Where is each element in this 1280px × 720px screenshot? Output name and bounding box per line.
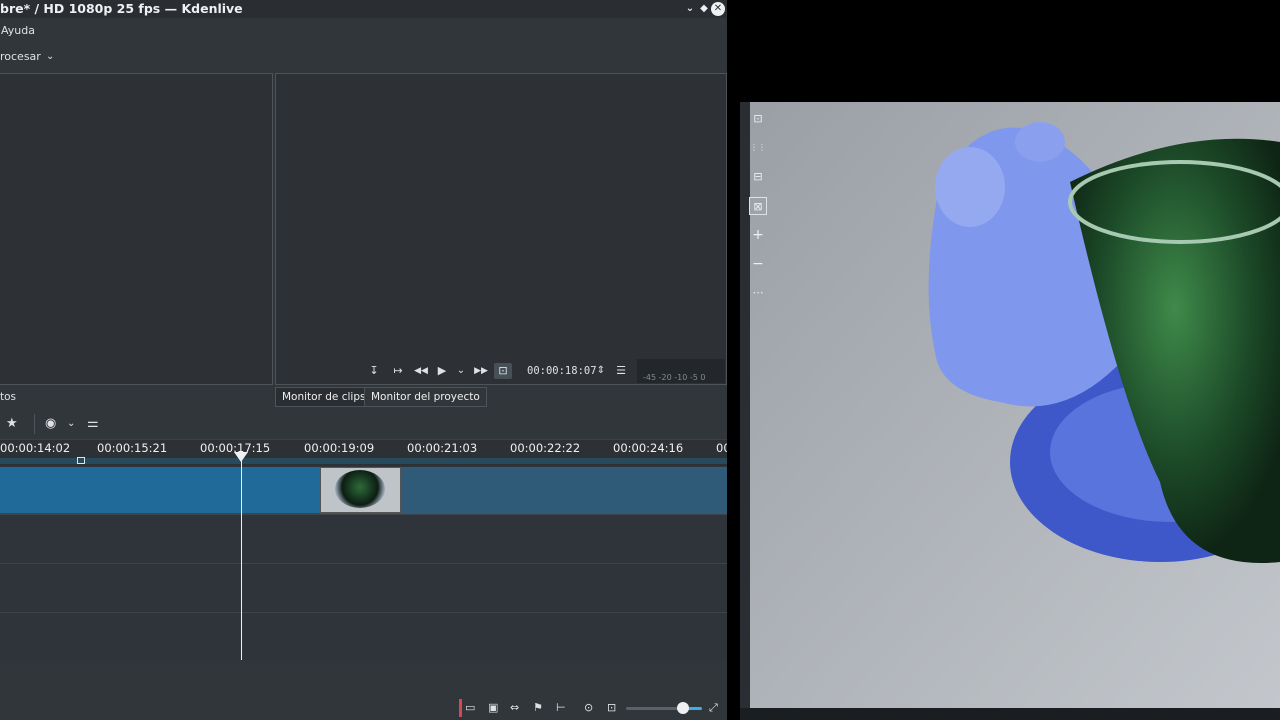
zoom-out-monitor-icon[interactable]: −: [749, 255, 767, 273]
zone-marker[interactable]: [77, 457, 85, 464]
playhead-handle[interactable]: [234, 452, 248, 462]
ruler-label: 00:00:24:16: [613, 441, 684, 455]
tab-effects-partial[interactable]: tos: [0, 387, 16, 407]
play-menu-chevron-icon[interactable]: ⌄: [454, 363, 468, 379]
zoom-fit-monitor-icon[interactable]: ⊠: [749, 197, 767, 215]
ruler-label: 00:00:15:21: [97, 441, 168, 455]
menu-bar: Ayuda: [0, 19, 727, 42]
zoom-in-icon[interactable]: ⤢: [709, 696, 718, 720]
render-chevron-icon[interactable]: ⌄: [46, 44, 54, 70]
rewind-icon[interactable]: ◀◀: [412, 363, 430, 379]
rendered-frame-image: [740, 102, 1280, 708]
track-row[interactable]: [0, 514, 727, 563]
close-window-icon[interactable]: ✕: [711, 2, 725, 16]
record-indicator: [459, 699, 462, 717]
zoom-out-icon[interactable]: ⊡: [607, 696, 616, 720]
split-icon[interactable]: ⊢: [556, 696, 566, 720]
snap-icon[interactable]: ▭: [465, 696, 475, 720]
project-timecode[interactable]: 00:00:18:07: [527, 363, 597, 379]
clip-monitor-panel: [0, 73, 273, 385]
marker-icon[interactable]: ⚑: [533, 696, 543, 720]
save-icon[interactable]: ▣: [488, 696, 498, 720]
fullscreen-monitor-view[interactable]: [740, 102, 1280, 708]
playhead-line[interactable]: [241, 458, 242, 660]
timeline-bottom-bar: ▭ ▣ ⇔ ⚑ ⊢ ⊙ ⊡ ⤢: [0, 696, 727, 720]
timeline-toolbar: ★ ◉ ⌄ ⚌: [0, 412, 727, 436]
title-bar: bre* / HD 1080p 25 fps — Kdenlive ⌄ ◆ ✕: [0, 0, 727, 18]
monitor-toolbar-strip: [740, 102, 750, 708]
monitor-menu-icon[interactable]: ☰: [613, 363, 629, 379]
track-row[interactable]: [0, 563, 727, 612]
kdenlive-window: bre* / HD 1080p 25 fps — Kdenlive ⌄ ◆ ✕ …: [0, 0, 727, 720]
star-icon[interactable]: ★: [6, 412, 18, 436]
tab-project-monitor[interactable]: Monitor del proyecto: [364, 387, 487, 407]
clip-thumbnail[interactable]: [320, 467, 401, 513]
crop-icon[interactable]: ⊡: [494, 363, 512, 379]
menu-help[interactable]: Ayuda: [1, 19, 35, 42]
edit-mode-icon[interactable]: ◉: [45, 412, 56, 436]
edit-mode-chevron-icon[interactable]: ⌄: [67, 412, 75, 436]
track-row[interactable]: [0, 612, 727, 661]
safe-zone-icon[interactable]: ⊟: [749, 168, 767, 186]
keep-above-icon[interactable]: ◆: [697, 2, 711, 16]
monitor-frame-icon[interactable]: ⊡: [749, 110, 767, 128]
ruler-label: 00:00:21:03: [407, 441, 478, 455]
timeline-ruler[interactable]: 00:00:14:02 00:00:15:21 00:00:17:15 00:0…: [0, 439, 727, 466]
minimize-icon[interactable]: ⌄: [683, 2, 697, 16]
zoom-fit-icon[interactable]: ⊙: [584, 696, 593, 720]
grid-icon[interactable]: ⋮⋮: [749, 139, 767, 157]
zone-bar[interactable]: [0, 458, 727, 464]
toolbar-divider: [34, 414, 35, 434]
main-toolbar: rocesar ⌄: [0, 44, 727, 70]
teacup-image: [335, 470, 385, 508]
forward-icon[interactable]: ▶▶: [472, 363, 490, 379]
window-title: bre* / HD 1080p 25 fps — Kdenlive: [0, 1, 243, 16]
monitor-ruler[interactable]: [740, 708, 1280, 720]
ruler-label: 00: [716, 441, 727, 455]
zone-in-icon[interactable]: ↧: [366, 363, 382, 379]
project-monitor-panel: [275, 73, 727, 385]
timecode-spin-icon[interactable]: ⇕: [595, 363, 607, 379]
zoom-in-monitor-icon[interactable]: +: [749, 226, 767, 244]
zoom-slider-handle[interactable]: [677, 702, 689, 714]
more-options-icon[interactable]: ⋯: [749, 284, 767, 302]
ruler-label: 00:00:19:09: [304, 441, 375, 455]
play-icon[interactable]: ▶: [435, 363, 449, 379]
tab-clip-monitor[interactable]: Monitor de clips: [275, 387, 373, 407]
fit-icon[interactable]: ⇔: [510, 696, 519, 720]
timeline-clip[interactable]: [0, 467, 320, 514]
render-button[interactable]: rocesar: [0, 44, 41, 70]
audio-meter-scale: -45 -20 -10 -5 0: [643, 373, 706, 382]
zone-out-icon[interactable]: ↦: [390, 363, 406, 379]
sliders-icon[interactable]: ⚌: [87, 412, 99, 436]
ruler-label: 00:00:14:02: [0, 441, 71, 455]
ruler-label: 00:00:22:22: [510, 441, 581, 455]
